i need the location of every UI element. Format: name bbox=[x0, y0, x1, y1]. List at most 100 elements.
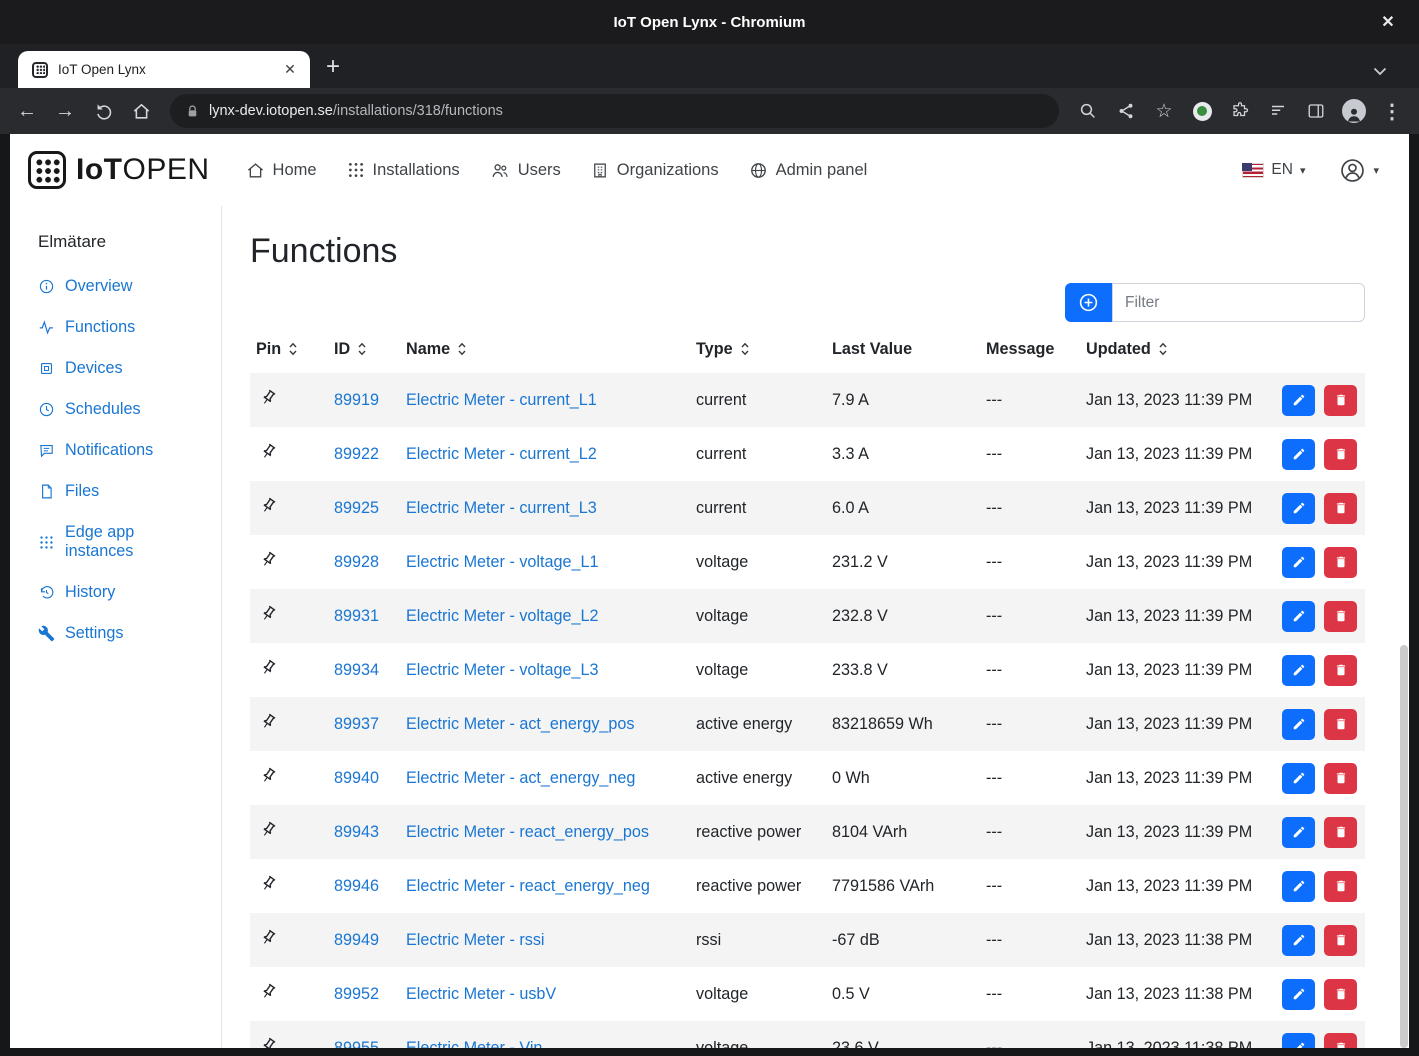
sidebar-item-history[interactable]: History bbox=[10, 572, 221, 613]
edit-button[interactable] bbox=[1282, 978, 1315, 1010]
pin-icon[interactable] bbox=[257, 656, 281, 680]
function-id-link[interactable]: 89940 bbox=[334, 769, 379, 787]
pin-icon[interactable] bbox=[257, 386, 281, 410]
language-selector[interactable]: EN ▾ bbox=[1242, 161, 1305, 179]
function-id-link[interactable]: 89919 bbox=[334, 391, 379, 409]
column-header-name[interactable]: Name bbox=[400, 328, 690, 373]
pin-icon[interactable] bbox=[257, 872, 281, 896]
function-id-link[interactable]: 89943 bbox=[334, 823, 379, 841]
zoom-icon[interactable] bbox=[1069, 93, 1107, 129]
sidebar-item-notifications[interactable]: Notifications bbox=[10, 430, 221, 471]
edit-button[interactable] bbox=[1282, 384, 1315, 416]
pin-icon[interactable] bbox=[257, 926, 281, 950]
edit-button[interactable] bbox=[1282, 816, 1315, 848]
function-id-link[interactable]: 89946 bbox=[334, 877, 379, 895]
delete-button[interactable] bbox=[1324, 546, 1357, 578]
window-close-button[interactable]: ✕ bbox=[1373, 0, 1403, 44]
address-bar[interactable]: lynx-dev.iotopen.se/installations/318/fu… bbox=[170, 94, 1059, 128]
nav-item-installations[interactable]: Installations bbox=[347, 161, 460, 180]
edit-button[interactable] bbox=[1282, 546, 1315, 578]
reading-list-icon[interactable] bbox=[1259, 93, 1297, 129]
function-id-link[interactable]: 89955 bbox=[334, 1039, 379, 1049]
function-id-link[interactable]: 89925 bbox=[334, 499, 379, 517]
back-button[interactable]: ← bbox=[8, 93, 46, 129]
pin-icon[interactable] bbox=[257, 548, 281, 572]
function-name-link[interactable]: Electric Meter - usbV bbox=[406, 985, 556, 1003]
side-panel-icon[interactable] bbox=[1297, 93, 1335, 129]
delete-button[interactable] bbox=[1324, 978, 1357, 1010]
function-name-link[interactable]: Electric Meter - voltage_L1 bbox=[406, 553, 599, 571]
function-name-link[interactable]: Electric Meter - react_energy_neg bbox=[406, 877, 650, 895]
delete-button[interactable] bbox=[1324, 870, 1357, 902]
edit-button[interactable] bbox=[1282, 492, 1315, 524]
function-name-link[interactable]: Electric Meter - current_L1 bbox=[406, 391, 597, 409]
pin-icon[interactable] bbox=[257, 764, 281, 788]
delete-button[interactable] bbox=[1324, 1032, 1357, 1048]
function-id-link[interactable]: 89931 bbox=[334, 607, 379, 625]
share-icon[interactable] bbox=[1107, 93, 1145, 129]
page-scrollbar[interactable] bbox=[1400, 645, 1408, 1048]
function-name-link[interactable]: Electric Meter - act_energy_neg bbox=[406, 769, 635, 787]
function-id-link[interactable]: 89922 bbox=[334, 445, 379, 463]
edit-button[interactable] bbox=[1282, 438, 1315, 470]
function-name-link[interactable]: Electric Meter - current_L3 bbox=[406, 499, 597, 517]
tab-search-chevron-icon[interactable] bbox=[1373, 67, 1387, 76]
edit-button[interactable] bbox=[1282, 762, 1315, 794]
edit-button[interactable] bbox=[1282, 654, 1315, 686]
nav-item-admin-panel[interactable]: Admin panel bbox=[749, 161, 867, 180]
delete-button[interactable] bbox=[1324, 654, 1357, 686]
pin-icon[interactable] bbox=[257, 710, 281, 734]
pin-icon[interactable] bbox=[257, 818, 281, 842]
function-id-link[interactable]: 89949 bbox=[334, 931, 379, 949]
browser-home-button[interactable] bbox=[122, 93, 160, 129]
function-id-link[interactable]: 89937 bbox=[334, 715, 379, 733]
sidebar-item-files[interactable]: Files bbox=[10, 471, 221, 512]
column-header-updated[interactable]: Updated bbox=[1080, 328, 1276, 373]
edit-button[interactable] bbox=[1282, 708, 1315, 740]
extensions-puzzle-icon[interactable] bbox=[1221, 93, 1259, 129]
sidebar-item-overview[interactable]: Overview bbox=[10, 266, 221, 307]
function-name-link[interactable]: Electric Meter - react_energy_pos bbox=[406, 823, 649, 841]
function-name-link[interactable]: Electric Meter - voltage_L2 bbox=[406, 607, 599, 625]
tab-close-icon[interactable]: ✕ bbox=[280, 60, 300, 80]
pin-icon[interactable] bbox=[257, 1034, 281, 1048]
pin-icon[interactable] bbox=[257, 440, 281, 464]
delete-button[interactable] bbox=[1324, 600, 1357, 632]
function-name-link[interactable]: Electric Meter - Vin bbox=[406, 1039, 542, 1049]
kebab-menu-icon[interactable]: ⋮ bbox=[1373, 93, 1411, 129]
nav-item-organizations[interactable]: Organizations bbox=[591, 161, 719, 180]
filter-input[interactable] bbox=[1112, 283, 1365, 322]
sidebar-item-schedules[interactable]: Schedules bbox=[10, 389, 221, 430]
sidebar-item-settings[interactable]: Settings bbox=[10, 613, 221, 654]
edit-button[interactable] bbox=[1282, 870, 1315, 902]
function-name-link[interactable]: Electric Meter - act_energy_pos bbox=[406, 715, 635, 733]
nav-item-home[interactable]: Home bbox=[246, 161, 317, 180]
profile-avatar-icon[interactable] bbox=[1335, 93, 1373, 129]
sidebar-item-devices[interactable]: Devices bbox=[10, 348, 221, 389]
add-function-button[interactable] bbox=[1065, 283, 1112, 322]
delete-button[interactable] bbox=[1324, 384, 1357, 416]
pin-icon[interactable] bbox=[257, 494, 281, 518]
function-name-link[interactable]: Electric Meter - voltage_L3 bbox=[406, 661, 599, 679]
browser-tab[interactable]: IoT Open Lynx ✕ bbox=[18, 51, 310, 88]
iot-open-logo[interactable]: IoTOPEN bbox=[28, 151, 210, 189]
extension-badge-icon[interactable] bbox=[1183, 93, 1221, 129]
function-id-link[interactable]: 89928 bbox=[334, 553, 379, 571]
sidebar-item-functions[interactable]: Functions bbox=[10, 307, 221, 348]
pin-icon[interactable] bbox=[257, 602, 281, 626]
pin-icon[interactable] bbox=[257, 980, 281, 1004]
edit-button[interactable] bbox=[1282, 600, 1315, 632]
nav-item-users[interactable]: Users bbox=[490, 161, 561, 180]
column-header-type[interactable]: Type bbox=[690, 328, 826, 373]
delete-button[interactable] bbox=[1324, 924, 1357, 956]
function-id-link[interactable]: 89952 bbox=[334, 985, 379, 1003]
function-name-link[interactable]: Electric Meter - rssi bbox=[406, 931, 545, 949]
column-header-id[interactable]: ID bbox=[328, 328, 400, 373]
function-id-link[interactable]: 89934 bbox=[334, 661, 379, 679]
reload-button[interactable] bbox=[84, 93, 122, 129]
sidebar-item-edge-app-instances[interactable]: Edge app instances bbox=[10, 512, 221, 572]
delete-button[interactable] bbox=[1324, 708, 1357, 740]
delete-button[interactable] bbox=[1324, 492, 1357, 524]
user-menu[interactable]: ▾ bbox=[1339, 157, 1379, 184]
delete-button[interactable] bbox=[1324, 762, 1357, 794]
